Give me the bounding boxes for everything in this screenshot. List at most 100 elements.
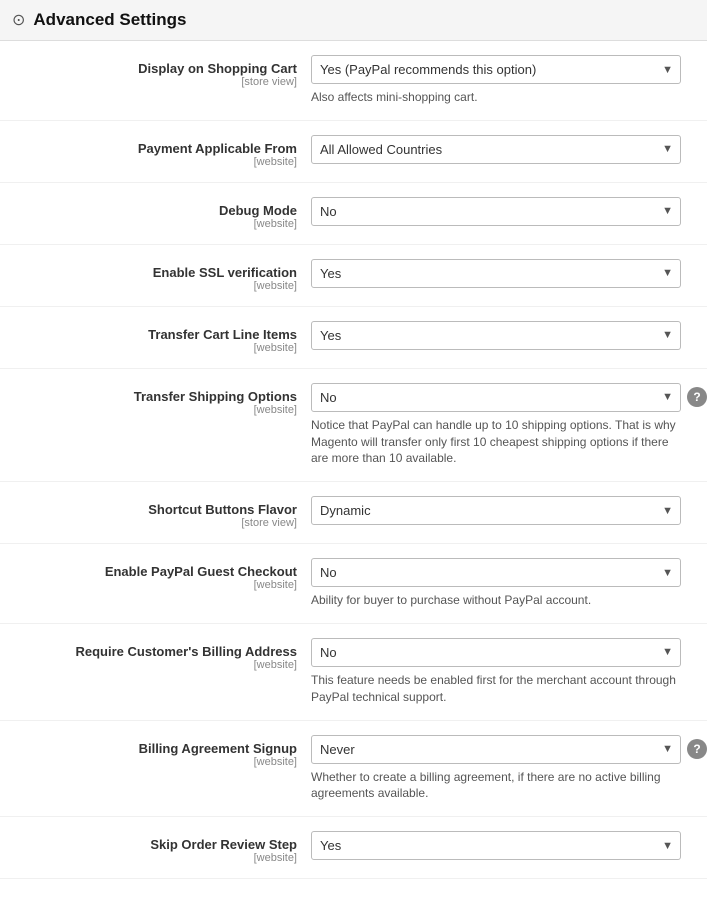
scope-text-skip-order-review-step: [website]: [16, 852, 297, 864]
section-header[interactable]: ⊙ Advanced Settings: [0, 0, 707, 41]
scope-text-payment-applicable-from: [website]: [16, 156, 297, 168]
field-col-transfer-shipping-options: NoYes▼? Notice that PayPal can handle up …: [311, 383, 707, 467]
scope-text-shortcut-buttons-flavor: [store view]: [16, 517, 297, 529]
scope-text-transfer-cart-line-items: [website]: [16, 342, 297, 354]
select-wrapper-enable-paypal-guest-checkout: NoYes▼: [311, 558, 681, 587]
select-skip-order-review-step[interactable]: YesNo: [311, 831, 681, 860]
scope-text-enable-paypal-guest-checkout: [website]: [16, 579, 297, 591]
label-col-display-on-shopping-cart: Display on Shopping Cart[store view]: [16, 55, 311, 88]
select-payment-applicable-from[interactable]: All Allowed CountriesSpecific Countries: [311, 135, 681, 164]
field-row-payment-applicable-from: All Allowed CountriesSpecific Countries▼: [311, 135, 691, 164]
help-text-display-on-shopping-cart: Also affects mini-shopping cart.: [311, 89, 681, 106]
help-text-billing-agreement-signup: Whether to create a billing agreement, i…: [311, 769, 681, 803]
label-text-transfer-cart-line-items: Transfer Cart Line Items: [16, 327, 297, 342]
help-text-transfer-shipping-options: Notice that PayPal can handle up to 10 s…: [311, 417, 681, 467]
form-row-require-customers-billing-address: Require Customer's Billing Address[websi…: [0, 624, 707, 721]
help-text-require-customers-billing-address: This feature needs be enabled first for …: [311, 672, 681, 706]
label-col-transfer-shipping-options: Transfer Shipping Options[website]: [16, 383, 311, 416]
field-col-payment-applicable-from: All Allowed CountriesSpecific Countries▼: [311, 135, 691, 164]
select-wrapper-display-on-shopping-cart: Yes (PayPal recommends this option)No▼: [311, 55, 681, 84]
select-wrapper-debug-mode: NoYes▼: [311, 197, 681, 226]
form-row-transfer-cart-line-items: Transfer Cart Line Items[website]YesNo▼: [0, 307, 707, 369]
select-wrapper-payment-applicable-from: All Allowed CountriesSpecific Countries▼: [311, 135, 681, 164]
field-row-shortcut-buttons-flavor: DynamicStatic▼: [311, 496, 691, 525]
label-col-enable-paypal-guest-checkout: Enable PayPal Guest Checkout[website]: [16, 558, 311, 591]
form-row-enable-paypal-guest-checkout: Enable PayPal Guest Checkout[website]NoY…: [0, 544, 707, 624]
field-row-enable-paypal-guest-checkout: NoYes▼: [311, 558, 691, 587]
label-col-skip-order-review-step: Skip Order Review Step[website]: [16, 831, 311, 864]
form-row-transfer-shipping-options: Transfer Shipping Options[website]NoYes▼…: [0, 369, 707, 482]
label-col-billing-agreement-signup: Billing Agreement Signup[website]: [16, 735, 311, 768]
label-text-transfer-shipping-options: Transfer Shipping Options: [16, 389, 297, 404]
select-debug-mode[interactable]: NoYes: [311, 197, 681, 226]
form-row-enable-ssl-verification: Enable SSL verification[website]YesNo▼: [0, 245, 707, 307]
select-wrapper-enable-ssl-verification: YesNo▼: [311, 259, 681, 288]
field-col-require-customers-billing-address: NoYesFor Virtual Quotes Only▼ This featur…: [311, 638, 691, 706]
field-col-enable-paypal-guest-checkout: NoYes▼ Ability for buyer to purchase with…: [311, 558, 691, 609]
label-text-debug-mode: Debug Mode: [16, 203, 297, 218]
help-text-enable-paypal-guest-checkout: Ability for buyer to purchase without Pa…: [311, 592, 681, 609]
field-col-shortcut-buttons-flavor: DynamicStatic▼: [311, 496, 691, 525]
select-billing-agreement-signup[interactable]: NeverAutoAsk Customer: [311, 735, 681, 764]
section-title: Advanced Settings: [33, 10, 186, 30]
field-col-skip-order-review-step: YesNo▼: [311, 831, 691, 860]
scope-text-transfer-shipping-options: [website]: [16, 404, 297, 416]
collapse-icon: ⊙: [12, 10, 25, 30]
label-col-debug-mode: Debug Mode[website]: [16, 197, 311, 230]
label-col-require-customers-billing-address: Require Customer's Billing Address[websi…: [16, 638, 311, 671]
label-text-display-on-shopping-cart: Display on Shopping Cart: [16, 61, 297, 76]
field-row-billing-agreement-signup: NeverAutoAsk Customer▼?: [311, 735, 707, 764]
label-col-payment-applicable-from: Payment Applicable From[website]: [16, 135, 311, 168]
form-row-billing-agreement-signup: Billing Agreement Signup[website]NeverAu…: [0, 721, 707, 818]
form-row-shortcut-buttons-flavor: Shortcut Buttons Flavor[store view]Dynam…: [0, 482, 707, 544]
advanced-settings-section: ⊙ Advanced Settings Display on Shopping …: [0, 0, 707, 899]
scope-text-billing-agreement-signup: [website]: [16, 756, 297, 768]
select-transfer-cart-line-items[interactable]: YesNo: [311, 321, 681, 350]
select-shortcut-buttons-flavor[interactable]: DynamicStatic: [311, 496, 681, 525]
scope-text-debug-mode: [website]: [16, 218, 297, 230]
section-content: Display on Shopping Cart[store view]Yes …: [0, 41, 707, 899]
help-icon-billing-agreement-signup[interactable]: ?: [687, 739, 707, 759]
label-col-transfer-cart-line-items: Transfer Cart Line Items[website]: [16, 321, 311, 354]
scope-text-require-customers-billing-address: [website]: [16, 659, 297, 671]
select-wrapper-require-customers-billing-address: NoYesFor Virtual Quotes Only▼: [311, 638, 681, 667]
field-row-transfer-cart-line-items: YesNo▼: [311, 321, 691, 350]
label-text-skip-order-review-step: Skip Order Review Step: [16, 837, 297, 852]
select-wrapper-transfer-shipping-options: NoYes▼: [311, 383, 681, 412]
form-row-debug-mode: Debug Mode[website]NoYes▼: [0, 183, 707, 245]
field-row-require-customers-billing-address: NoYesFor Virtual Quotes Only▼: [311, 638, 691, 667]
label-text-enable-ssl-verification: Enable SSL verification: [16, 265, 297, 280]
select-wrapper-transfer-cart-line-items: YesNo▼: [311, 321, 681, 350]
scope-text-enable-ssl-verification: [website]: [16, 280, 297, 292]
label-text-billing-agreement-signup: Billing Agreement Signup: [16, 741, 297, 756]
select-wrapper-shortcut-buttons-flavor: DynamicStatic▼: [311, 496, 681, 525]
label-col-enable-ssl-verification: Enable SSL verification[website]: [16, 259, 311, 292]
form-row-display-on-shopping-cart: Display on Shopping Cart[store view]Yes …: [0, 41, 707, 121]
label-text-enable-paypal-guest-checkout: Enable PayPal Guest Checkout: [16, 564, 297, 579]
field-col-debug-mode: NoYes▼: [311, 197, 691, 226]
form-row-skip-order-review-step: Skip Order Review Step[website]YesNo▼: [0, 817, 707, 879]
select-wrapper-skip-order-review-step: YesNo▼: [311, 831, 681, 860]
label-col-shortcut-buttons-flavor: Shortcut Buttons Flavor[store view]: [16, 496, 311, 529]
field-col-transfer-cart-line-items: YesNo▼: [311, 321, 691, 350]
field-row-skip-order-review-step: YesNo▼: [311, 831, 691, 860]
field-row-transfer-shipping-options: NoYes▼?: [311, 383, 707, 412]
label-text-payment-applicable-from: Payment Applicable From: [16, 141, 297, 156]
select-wrapper-billing-agreement-signup: NeverAutoAsk Customer▼: [311, 735, 681, 764]
field-row-display-on-shopping-cart: Yes (PayPal recommends this option)No▼: [311, 55, 691, 84]
select-enable-paypal-guest-checkout[interactable]: NoYes: [311, 558, 681, 587]
select-transfer-shipping-options[interactable]: NoYes: [311, 383, 681, 412]
field-row-debug-mode: NoYes▼: [311, 197, 691, 226]
field-col-display-on-shopping-cart: Yes (PayPal recommends this option)No▼ Al…: [311, 55, 691, 106]
select-enable-ssl-verification[interactable]: YesNo: [311, 259, 681, 288]
scope-text-display-on-shopping-cart: [store view]: [16, 76, 297, 88]
label-text-shortcut-buttons-flavor: Shortcut Buttons Flavor: [16, 502, 297, 517]
select-require-customers-billing-address[interactable]: NoYesFor Virtual Quotes Only: [311, 638, 681, 667]
select-display-on-shopping-cart[interactable]: Yes (PayPal recommends this option)No: [311, 55, 681, 84]
field-col-enable-ssl-verification: YesNo▼: [311, 259, 691, 288]
field-col-billing-agreement-signup: NeverAutoAsk Customer▼? Whether to create…: [311, 735, 707, 803]
field-row-enable-ssl-verification: YesNo▼: [311, 259, 691, 288]
form-row-payment-applicable-from: Payment Applicable From[website]All Allo…: [0, 121, 707, 183]
help-icon-transfer-shipping-options[interactable]: ?: [687, 387, 707, 407]
label-text-require-customers-billing-address: Require Customer's Billing Address: [16, 644, 297, 659]
